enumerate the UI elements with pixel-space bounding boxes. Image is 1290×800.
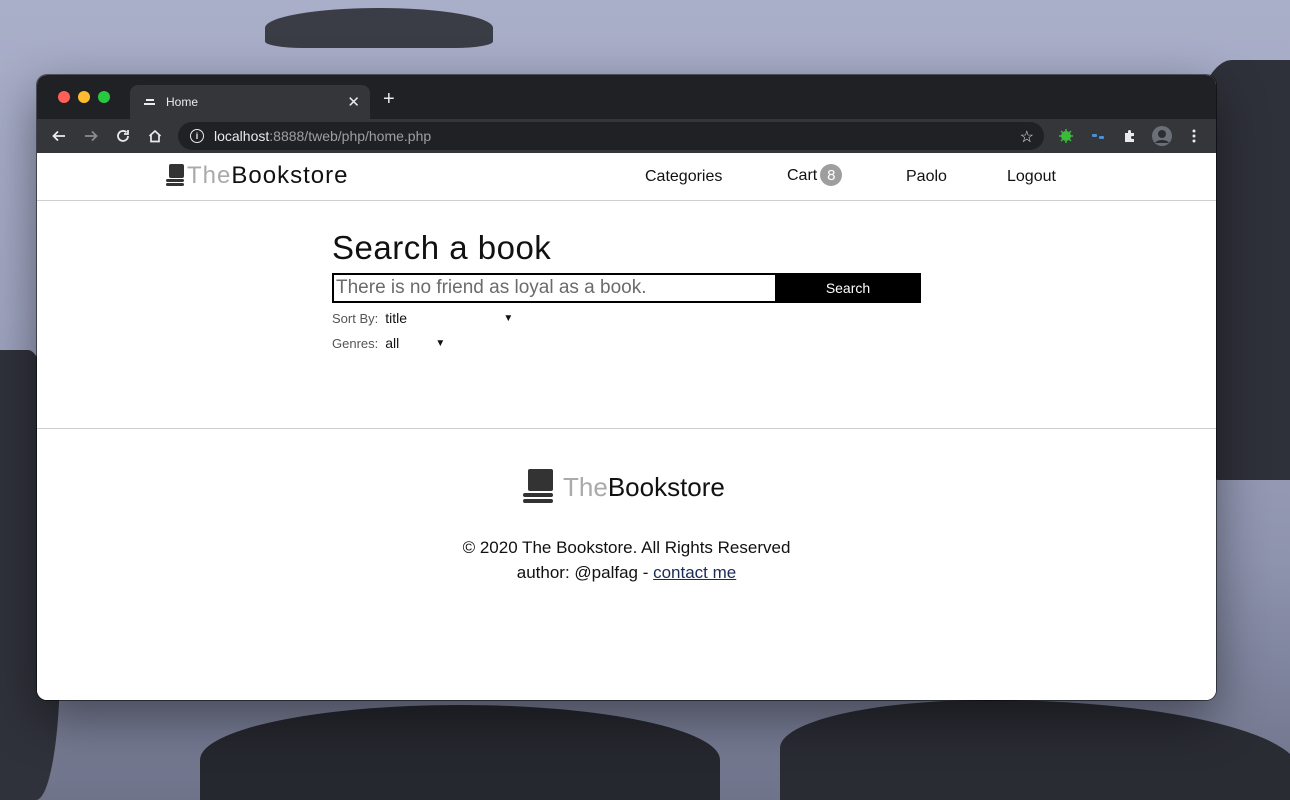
search-input[interactable] [332, 273, 775, 303]
profile-avatar-icon[interactable] [1152, 126, 1172, 146]
bookmark-star-icon[interactable]: ☆ [1020, 127, 1034, 147]
nav-cart[interactable]: Cart 8 [787, 164, 843, 187]
info-icon[interactable]: i [190, 129, 204, 143]
book-favicon-icon [144, 95, 158, 109]
book-stack-icon [523, 469, 553, 503]
author-line: author: @palfag - contact me [37, 563, 1216, 583]
url-path: :8888/tweb/php/home.php [269, 128, 432, 144]
cart-count-badge: 8 [820, 164, 843, 186]
sort-label: Sort By: [332, 310, 379, 326]
footer-logo-the-text: The [563, 472, 608, 502]
page-title: Search a book [332, 229, 552, 266]
sort-select[interactable]: title [385, 310, 516, 326]
close-window-button[interactable] [58, 91, 70, 103]
address-bar[interactable]: i localhost:8888/tweb/php/home.php ☆ [178, 122, 1044, 150]
extensions-puzzle-icon[interactable] [1120, 126, 1140, 146]
browser-menu-icon[interactable] [1184, 126, 1204, 146]
home-icon[interactable] [145, 126, 165, 146]
close-tab-icon[interactable]: ✕ [347, 95, 360, 110]
browser-tab[interactable]: Home ✕ [130, 85, 370, 119]
reload-icon[interactable] [113, 126, 133, 146]
desktop-rock [780, 700, 1290, 800]
new-tab-button[interactable]: + [383, 89, 395, 109]
browser-titlebar: Home ✕ + [37, 75, 1216, 119]
site-header: The Bookstore Categories Cart 8 Paolo Logo… [37, 153, 1216, 201]
sort-filter: Sort By: title ▼ [332, 308, 932, 328]
nav-user[interactable]: Paolo [906, 168, 947, 186]
genres-select[interactable]: all [385, 335, 448, 351]
desktop-rock [200, 705, 720, 800]
tab-title: Home [166, 95, 199, 109]
site-footer: The Bookstore © 2020 The Bookstore. All R… [37, 428, 1216, 700]
nav-logout[interactable]: Logout [1007, 168, 1056, 186]
browser-window: Home ✕ + i localhost:8888/tweb/php/home.… [37, 75, 1216, 700]
nav-cart-label: Cart [787, 167, 818, 185]
genre-filter: Genres: all ▼ [332, 333, 932, 353]
desktop-rock [265, 8, 493, 48]
extension-link-icon[interactable] [1088, 126, 1108, 146]
author-text: author: @palfag - [516, 563, 654, 582]
search-form: Search [332, 273, 932, 303]
footer-logo-brand-text: Bookstore [607, 472, 725, 502]
url-host: localhost [214, 128, 270, 144]
extension-bug-icon[interactable] [1056, 126, 1076, 146]
nav-categories[interactable]: Categories [645, 168, 722, 186]
genres-label: Genres: [332, 335, 379, 351]
search-section: Search a book Search Sort By: title ▼ Ge… [332, 229, 932, 353]
browser-toolbar: i localhost:8888/tweb/php/home.php ☆ [37, 119, 1216, 153]
main-nav: Categories Cart 8 Paolo Logout [37, 153, 1216, 201]
forward-arrow-icon[interactable] [81, 126, 101, 146]
web-page: The Bookstore Categories Cart 8 Paolo Logo… [37, 153, 1216, 700]
copyright-text: © 2020 The Bookstore. All Rights Reserve… [462, 538, 791, 557]
maximize-window-button[interactable] [98, 91, 110, 103]
back-arrow-icon[interactable] [49, 126, 69, 146]
footer-logo: The Bookstore [523, 469, 725, 503]
search-button[interactable]: Search [775, 273, 921, 303]
minimize-window-button[interactable] [78, 91, 90, 103]
contact-link[interactable]: contact me [653, 563, 736, 582]
